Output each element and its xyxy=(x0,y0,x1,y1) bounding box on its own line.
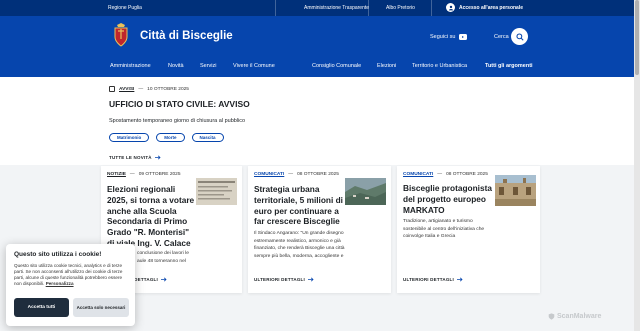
nav-item-servizi[interactable]: Servizi xyxy=(200,63,217,69)
search-button[interactable] xyxy=(511,28,528,45)
arrow-right-icon xyxy=(154,155,161,160)
youtube-icon[interactable] xyxy=(459,34,468,40)
site-header: Città di Bisceglie Seguici su Cerca xyxy=(0,16,640,60)
site-title[interactable]: Città di Bisceglie xyxy=(140,30,233,42)
user-icon xyxy=(446,3,455,12)
cookie-text: Questo sito utilizza cookie tecnici, ana… xyxy=(14,263,128,287)
watermark-text: ScanMalware xyxy=(557,313,602,320)
meta-separator: — xyxy=(129,172,135,177)
featured-meta: AVVISI — 10 OTTOBRE 2025 xyxy=(109,86,189,92)
divider xyxy=(431,0,432,16)
card-date: 08 OTTOBRE 2025 xyxy=(446,172,488,177)
city-crest-logo[interactable] xyxy=(114,23,128,47)
search-label: Cerca xyxy=(494,34,509,40)
nav-item-amministrazione[interactable]: Amministrazione xyxy=(110,63,151,69)
card-details-link[interactable]: ULTERIORI DETTAGLI xyxy=(254,277,314,282)
accept-necessary-button[interactable]: Accetta solo necessari xyxy=(73,298,129,317)
card-meta: COMUNICATI — 08 OTTOBRE 2025 xyxy=(254,172,339,177)
meta-separator: — xyxy=(288,172,294,177)
arrow-right-icon xyxy=(160,277,167,282)
arrow-right-icon xyxy=(456,277,463,282)
category-link[interactable]: NOTIZIE xyxy=(107,172,126,177)
cookie-banner: Questo sito utilizza i cookie! Questo si… xyxy=(6,244,135,326)
search-icon xyxy=(515,32,524,41)
card-date: 09 OTTOBRE 2025 xyxy=(138,172,181,177)
accept-all-button[interactable]: Accetta tutti xyxy=(14,298,69,317)
cookie-title: Questo sito utilizza i cookie! xyxy=(14,251,102,258)
card-details-link[interactable]: ULTERIORI DETTAGLI xyxy=(403,277,463,282)
news-card: COMUNICATI — 08 OTTOBRE 2025 Bisceglie p… xyxy=(397,166,540,293)
login-label: Accesso all'area personale xyxy=(459,4,524,11)
tag-matrimonio[interactable]: Matrimonio xyxy=(109,133,150,142)
meta-separator: — xyxy=(437,172,443,177)
customize-link[interactable]: Personalizza xyxy=(46,281,74,286)
scanmalware-watermark: ScanMalware xyxy=(548,313,601,320)
card-details-label: ULTERIORI DETTAGLI xyxy=(403,277,454,282)
card-excerpt: conclusione dei lavori le aule 48 torner… xyxy=(137,251,189,264)
card-excerpt: Il Sindaco Angarano: "Un grande disegno … xyxy=(254,231,345,259)
card-excerpt: Tradizione, artigianato e turismo sosten… xyxy=(403,219,485,240)
region-link[interactable]: Regione Puglia xyxy=(108,5,142,11)
news-thumbnail xyxy=(345,178,386,205)
nav-item-tutti-gli-argomenti[interactable]: Tutti gli argomenti xyxy=(485,63,533,69)
arrow-right-icon xyxy=(307,277,314,282)
card-title[interactable]: Strategia urbana territoriale, 5 milioni… xyxy=(254,184,344,227)
featured-description: Spostamento temporaneo giorno di chiusur… xyxy=(109,118,246,124)
transparency-link[interactable]: Amministrazione Trasparente xyxy=(304,5,369,11)
category-link[interactable]: COMUNICATI xyxy=(254,172,284,177)
page-scrollbar[interactable] xyxy=(634,0,640,331)
nav-item-vivere-il-comune[interactable]: Vivere il Comune xyxy=(233,63,275,69)
all-news-label: TUTTE LE NOVITÀ xyxy=(109,155,152,160)
category-link[interactable]: COMUNICATI xyxy=(403,172,433,177)
top-utility-bar: Regione Puglia Amministrazione Trasparen… xyxy=(0,0,640,16)
nav-item-elezioni[interactable]: Elezioni xyxy=(377,63,396,69)
nav-item-novita[interactable]: Novità xyxy=(168,63,184,69)
category-link[interactable]: AVVISI xyxy=(119,87,134,92)
news-card: COMUNICATI — 08 OTTOBRE 2025 Strategia u… xyxy=(248,166,391,293)
divider xyxy=(368,0,369,16)
main-navigation: Amministrazione Novità Servizi Vivere il… xyxy=(0,60,640,77)
all-news-link[interactable]: TUTTE LE NOVITÀ xyxy=(109,155,161,160)
follow-label: Seguici su xyxy=(430,34,456,40)
card-details-label: ULTERIORI DETTAGLI xyxy=(254,277,305,282)
card-meta: COMUNICATI — 08 OTTOBRE 2025 xyxy=(403,172,488,177)
news-date: 10 OTTOBRE 2025 xyxy=(147,86,189,92)
news-thumbnail xyxy=(196,178,237,205)
meta-separator: — xyxy=(138,86,144,92)
card-title[interactable]: Bisceglie protagonista del progetto euro… xyxy=(403,183,495,215)
tag-morte[interactable]: Morte xyxy=(156,133,185,142)
topic-tags: Matrimonio Morte Nascita xyxy=(109,133,224,142)
login-button[interactable]: Accesso all'area personale xyxy=(446,3,523,12)
card-date: 08 OTTOBRE 2025 xyxy=(297,172,339,177)
nav-item-territorio[interactable]: Territorio e Urbanistica xyxy=(412,63,467,69)
nav-item-consiglio-comunale[interactable]: Consiglio Comunale xyxy=(312,63,361,69)
scrollbar-thumb[interactable] xyxy=(635,0,639,75)
calendar-icon xyxy=(109,86,115,92)
featured-news: AVVISI — 10 OTTOBRE 2025 UFFICIO DI STAT… xyxy=(0,77,634,165)
shield-icon xyxy=(548,313,555,320)
news-thumbnail xyxy=(495,175,536,206)
card-meta: NOTIZIE — 09 OTTOBRE 2025 xyxy=(107,172,181,177)
featured-title[interactable]: UFFICIO DI STATO CIVILE: AVVISO xyxy=(109,99,250,109)
divider xyxy=(275,0,276,16)
albo-pretorio-link[interactable]: Albo Pretorio xyxy=(386,5,415,11)
card-title[interactable]: Elezioni regionali 2025, si torna a vota… xyxy=(107,184,195,249)
social-follow: Seguici su xyxy=(430,34,468,40)
tag-nascita[interactable]: Nascita xyxy=(191,133,224,142)
